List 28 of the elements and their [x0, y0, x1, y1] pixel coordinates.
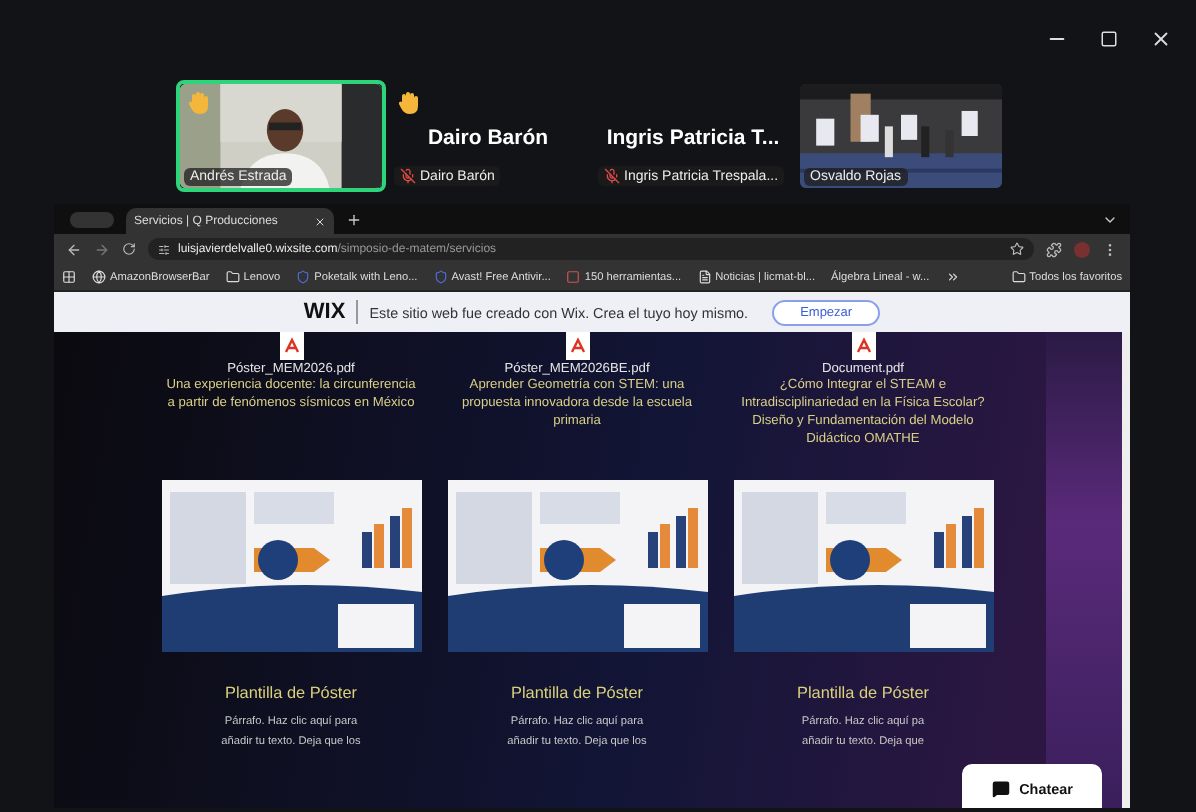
more-bookmarks-icon[interactable]: [945, 270, 960, 284]
extensions-icon[interactable]: [1046, 241, 1062, 257]
apps-icon[interactable]: [62, 270, 76, 284]
shield-icon: [433, 270, 448, 284]
new-tab-icon[interactable]: [346, 212, 362, 228]
close-tab-icon[interactable]: [314, 215, 326, 227]
shield-icon: [296, 270, 311, 284]
section-heading: Plantilla de Póster: [511, 684, 643, 702]
folder-icon: [225, 270, 240, 284]
tab-menu-icon[interactable]: [1102, 212, 1118, 228]
pdf-icon: [565, 332, 589, 360]
close-icon[interactable]: [1150, 27, 1172, 49]
participant-name: Dairo Barón: [427, 126, 549, 150]
back-icon[interactable]: [66, 241, 82, 257]
pdf-icon: [851, 332, 875, 360]
folder-icon: [1011, 270, 1026, 284]
section-heading: Plantilla de Póster: [797, 684, 929, 702]
page-icon: [697, 270, 712, 284]
maximize-icon[interactable]: [1100, 29, 1118, 47]
forward-icon[interactable]: [94, 241, 110, 257]
chat-icon: [991, 779, 1010, 797]
globe-icon: [92, 270, 106, 284]
section-heading: Plantilla de Póster: [225, 684, 357, 702]
wix-logo: WIX: [303, 300, 358, 324]
participant-name: Ingris Patricia T...: [606, 126, 780, 150]
site-icon: [566, 270, 581, 284]
reload-icon[interactable]: [122, 242, 136, 256]
pdf-icon: [279, 332, 303, 360]
